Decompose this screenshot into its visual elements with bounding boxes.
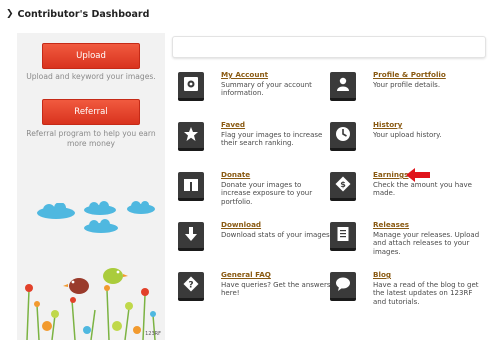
item-description: Your profile details. — [373, 81, 441, 89]
dashboard-item-faved[interactable]: Faved Flag your images to increase their… — [178, 120, 328, 164]
cloud-illustration — [127, 201, 155, 214]
faved-link[interactable]: Faved — [221, 120, 245, 129]
blog-link[interactable]: Blog — [373, 270, 391, 279]
safe-icon — [178, 72, 204, 101]
profile-portfolio-link[interactable]: Profile & Portfolio — [373, 70, 446, 79]
dashboard-item-history[interactable]: History Your upload history. — [330, 120, 480, 164]
gift-icon — [178, 172, 204, 201]
question-icon: ? — [178, 272, 204, 301]
upload-description: Upload and keyword your images. — [26, 72, 156, 81]
clock-icon — [330, 122, 356, 151]
page-title: Contributor's Dashboard — [17, 8, 150, 20]
dashboard-item-donate[interactable]: Donate Donate your images to increase ex… — [178, 170, 328, 214]
item-description: Check the amount you have made. — [373, 181, 472, 198]
item-description: Donate your images to increase exposure … — [221, 181, 313, 206]
item-description: Have queries? Get the answers here! — [221, 281, 331, 298]
dashboard-item-my-account[interactable]: My Account Summary of your account infor… — [178, 70, 328, 114]
upload-button[interactable]: Upload — [42, 43, 140, 69]
donate-link[interactable]: Donate — [221, 170, 250, 179]
cloud-illustration — [84, 219, 118, 233]
dashboard-item-general-faq[interactable]: ? General FAQ Have queries? Get the answ… — [178, 270, 330, 314]
item-description: Flag your images to increase their searc… — [221, 131, 323, 148]
watermark: 123RF — [145, 331, 161, 337]
general-faq-link[interactable]: General FAQ — [221, 270, 271, 279]
dashboard-item-profile-portfolio[interactable]: Profile & Portfolio Your profile details… — [330, 70, 480, 114]
cloud-illustration — [84, 201, 116, 215]
item-description: Summary of your account information. — [221, 81, 312, 98]
star-icon — [178, 122, 204, 151]
sidebar: Upload Upload and keyword your images. R… — [17, 33, 165, 340]
page-header: ❯ Contributor's Dashboard — [6, 6, 149, 22]
my-account-link[interactable]: My Account — [221, 70, 268, 79]
speech-bubble-icon — [330, 272, 356, 301]
earnings-link[interactable]: Earnings — [373, 170, 408, 179]
document-icon — [330, 222, 356, 251]
dashboard-item-releases[interactable]: Releases Manage your releases. Upload an… — [330, 220, 480, 264]
birds-and-flowers-illustration — [25, 268, 156, 340]
item-description: Download stats of your images. — [221, 231, 332, 239]
item-description: Manage your releases. Upload and attach … — [373, 231, 480, 256]
svg-text:$: $ — [340, 180, 346, 189]
item-description: Have a read of the blog to get the lates… — [373, 281, 479, 306]
referral-button[interactable]: Referral — [42, 99, 140, 125]
history-link[interactable]: History — [373, 120, 402, 129]
top-panel — [172, 36, 486, 58]
item-description: Your upload history. — [373, 131, 442, 139]
chevron-right-icon: ❯ — [6, 9, 14, 19]
dashboard-item-blog[interactable]: Blog Have a read of the blog to get the … — [330, 270, 480, 314]
cloud-illustration — [37, 203, 75, 219]
svg-text:?: ? — [188, 281, 193, 291]
releases-link[interactable]: Releases — [373, 220, 409, 229]
user-icon — [330, 72, 356, 101]
dollar-icon: $ — [330, 172, 356, 201]
dashboard-item-download[interactable]: Download Download stats of your images. — [178, 220, 332, 264]
download-icon — [178, 222, 204, 251]
referral-description: Referral program to help you earn more m… — [26, 129, 156, 148]
download-link[interactable]: Download — [221, 220, 261, 229]
red-arrow-pointer-icon — [406, 168, 430, 182]
